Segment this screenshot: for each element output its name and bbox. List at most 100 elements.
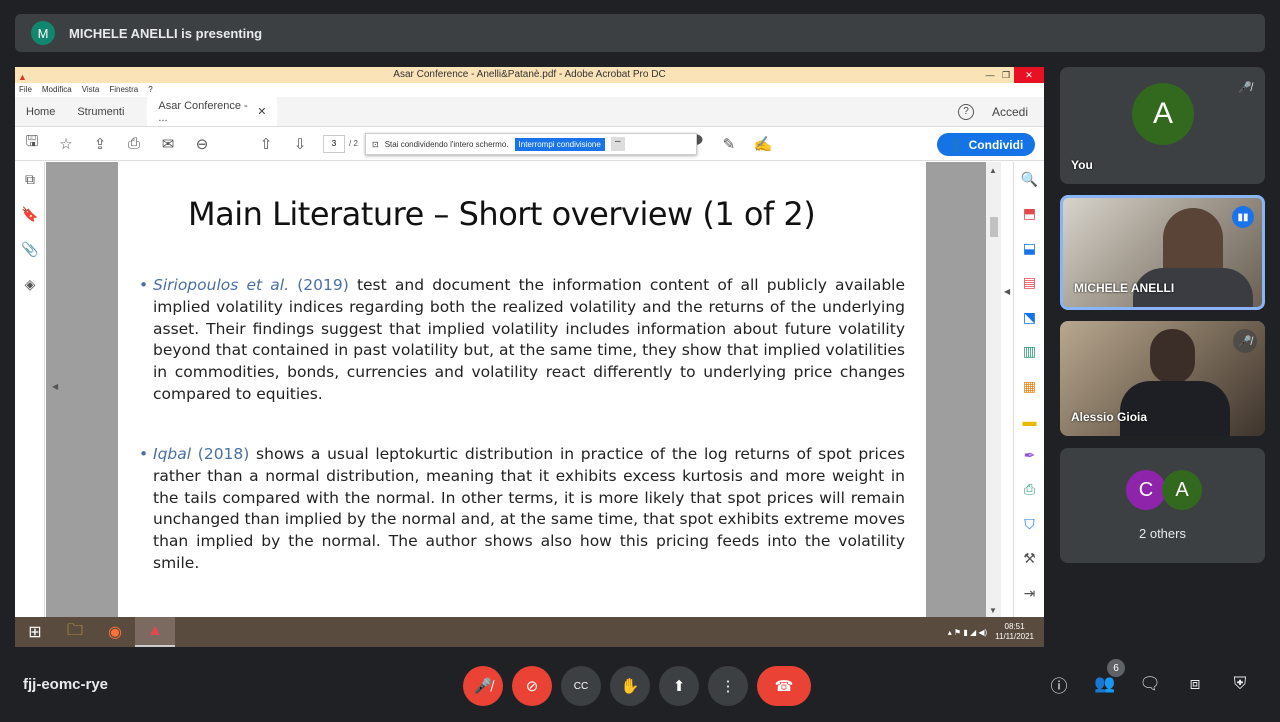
add-user-icon: 👤 <box>948 137 964 152</box>
tray-clock[interactable]: 08:51 11/11/2021 <box>995 622 1034 642</box>
meet-controls-bar: fjj-eomc-rye 🎤̸ ⊘ CC ✋ ⬆ ⋮ ☎ ⓘ 👥 🗨 ⧈ ⛨ <box>0 660 1280 722</box>
screen-share-banner: ⊡ Stai condividendo l'intero schermo. In… <box>365 133 697 155</box>
raise-hand-button[interactable]: ✋ <box>610 666 650 706</box>
clock-time: 08:51 <box>1004 622 1025 631</box>
protect-icon[interactable]: ⛉ <box>1014 507 1044 542</box>
sign-in-link[interactable]: Accedi <box>992 105 1028 119</box>
edit-pdf-icon[interactable]: ⬔ <box>1014 300 1044 335</box>
share-button[interactable]: 👤 Condividi <box>937 133 1035 156</box>
acrobat-menubar: File Modifica Vista Finestra ? <box>15 83 1044 97</box>
print-icon[interactable]: ⎙ <box>117 127 151 161</box>
host-controls-icon[interactable]: ⛨ <box>1228 672 1252 696</box>
leave-call-button[interactable]: ☎ <box>757 666 811 706</box>
print-production-icon[interactable]: ⎙ <box>1014 473 1044 508</box>
page-number-input[interactable]: 3 <box>323 134 345 153</box>
pen-icon[interactable]: ✎ <box>712 127 746 161</box>
scroll-down-icon[interactable]: ▼ <box>989 606 997 615</box>
participant-tile-others[interactable]: C A 2 others <box>1060 448 1265 563</box>
present-button[interactable]: ⬆ <box>659 666 699 706</box>
right-tools-rail: 🔍 ⬒ ⬓ ▤ ⬔ ▥ ▦ ▬ ✒ ⎙ ⛉ ⚒ ⇥ <box>1013 162 1044 617</box>
collapse-left-icon[interactable]: ◀ <box>52 382 58 391</box>
bookmark-icon[interactable]: 🔖 <box>15 197 45 232</box>
mail-icon[interactable]: ✉ <box>151 127 185 161</box>
chat-icon[interactable]: 🗨 <box>1138 672 1162 696</box>
scan-icon[interactable]: ▥ <box>1014 335 1044 370</box>
minimize-banner-icon[interactable]: – <box>610 137 625 151</box>
firefox-icon[interactable]: ◉ <box>95 617 135 647</box>
windows-taskbar: ⊞ 🗀 ◉ ▲ ▴ ⚑ ▮ ◢ ◀) 08:51 11/11/2021 <box>15 617 1044 647</box>
bullet-dot: • <box>139 276 149 294</box>
participant-name: MICHELE ANELLI <box>1074 281 1175 295</box>
tab-close-icon[interactable]: ✕ <box>257 105 266 118</box>
presenting-text: MICHELE ANELLI is presenting <box>69 25 263 41</box>
file-explorer-icon[interactable]: 🗀 <box>55 617 95 647</box>
tab-home[interactable]: Home <box>15 97 66 126</box>
create-pdf-icon[interactable]: ⬓ <box>1014 231 1044 266</box>
menu-modifica[interactable]: Modifica <box>42 83 72 97</box>
activities-icon[interactable]: ⧈ <box>1183 672 1207 696</box>
menu-help[interactable]: ? <box>148 83 152 97</box>
others-avatars: C A <box>1126 470 1202 510</box>
layers-icon[interactable]: ◈ <box>15 267 45 302</box>
presenting-banner: M MICHELE ANELLI is presenting <box>15 14 1265 52</box>
avatar: C <box>1126 470 1166 510</box>
participant-tile-alessio[interactable]: 🎤̸ Alessio Gioia <box>1060 321 1265 436</box>
tab-document[interactable]: Asar Conference - ... ✕ <box>147 97 278 126</box>
prev-page-icon[interactable]: ⇧ <box>249 127 283 161</box>
comment-tool-icon[interactable]: ▬ <box>1014 404 1044 439</box>
cite-author: Iqbal <box>153 445 192 463</box>
page-total: / 2 <box>349 139 358 148</box>
more-tools-icon[interactable]: ⚒ <box>1014 542 1044 577</box>
next-page-icon[interactable]: ⇩ <box>283 127 317 161</box>
document-area: ◀ Main Literature – Short overview (1 of… <box>46 162 986 617</box>
participant-tile-you[interactable]: A 🎤̸ You <box>1060 67 1265 184</box>
pages-icon[interactable]: ⧉ <box>15 162 45 197</box>
captions-button[interactable]: CC <box>561 666 601 706</box>
share-screen-icon: ⊡ <box>372 139 379 149</box>
share-banner-text: Stai condividendo l'intero schermo. <box>384 139 509 149</box>
system-tray: ▴ ⚑ ▮ ◢ ◀) 08:51 11/11/2021 <box>948 617 1034 647</box>
acrobat-titlebar: ▲ Asar Conference - Anelli&Patanè.pdf - … <box>15 67 1044 83</box>
bullet-text: test and document the information conten… <box>153 276 905 403</box>
fill-sign-icon[interactable]: ✒ <box>1014 438 1044 473</box>
export-pdf-icon[interactable]: ⬒ <box>1014 197 1044 232</box>
info-icon[interactable]: ⓘ <box>1047 672 1071 696</box>
collapse-right-icon[interactable]: ◀ <box>1004 287 1010 296</box>
camera-toggle-button[interactable]: ⊘ <box>512 666 552 706</box>
upload-icon[interactable]: ⇪ <box>83 127 117 161</box>
more-options-button[interactable]: ⋮ <box>708 666 748 706</box>
participant-tile-presenter[interactable]: ▮▮ MICHELE ANELLI <box>1060 195 1265 310</box>
avatar: A <box>1162 470 1202 510</box>
meeting-code: fjj-eomc-rye <box>23 676 109 693</box>
stop-sharing-button[interactable]: Interrompi condivisione <box>514 137 605 151</box>
acrobat-taskbar-icon[interactable]: ▲ <box>135 617 175 647</box>
vertical-scrollbar[interactable]: ▲ ▼ <box>986 162 1001 617</box>
minimize-icon[interactable]: — <box>982 67 998 83</box>
menu-vista[interactable]: Vista <box>82 83 100 97</box>
close-icon[interactable]: ✕ <box>1014 67 1044 83</box>
mic-toggle-button[interactable]: 🎤̸ <box>463 666 503 706</box>
search-icon[interactable]: 🔍 <box>1014 162 1044 197</box>
menu-finestra[interactable]: Finestra <box>109 83 138 97</box>
help-icon[interactable]: ? <box>957 104 974 120</box>
scroll-thumb[interactable] <box>990 217 998 237</box>
presenter-avatar: M <box>31 21 55 45</box>
scroll-up-icon[interactable]: ▲ <box>989 166 997 175</box>
star-icon[interactable]: ☆ <box>49 127 83 161</box>
bullet-dot: • <box>139 445 149 463</box>
combine-icon[interactable]: ▦ <box>1014 369 1044 404</box>
participant-name: Alessio Gioia <box>1071 410 1148 424</box>
sign-icon[interactable]: ✍ <box>746 127 780 161</box>
attachment-icon[interactable]: 📎 <box>15 232 45 267</box>
save-icon[interactable]: 🖫 <box>15 127 49 161</box>
tray-icons[interactable]: ▴ ⚑ ▮ ◢ ◀) <box>948 628 987 637</box>
zoom-out-icon[interactable]: ⊖ <box>185 127 219 161</box>
tab-tools[interactable]: Strumenti <box>66 97 135 126</box>
windows-start-icon[interactable]: ⊞ <box>15 617 55 647</box>
restore-icon[interactable]: ❐ <box>998 67 1014 83</box>
menu-file[interactable]: File <box>19 83 32 97</box>
bullet-text: shows a usual leptokurtic distribution i… <box>153 445 905 572</box>
collapse-panel-icon[interactable]: ⇥ <box>1014 576 1044 611</box>
people-count-badge: 6 <box>1107 659 1125 677</box>
organize-pages-icon[interactable]: ▤ <box>1014 266 1044 301</box>
